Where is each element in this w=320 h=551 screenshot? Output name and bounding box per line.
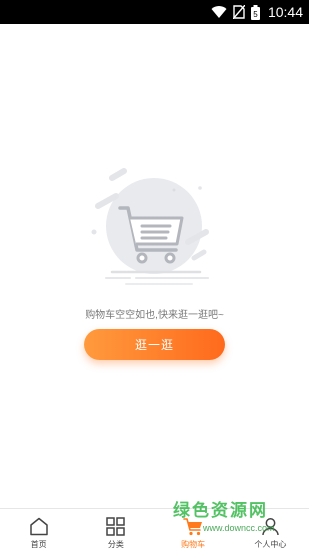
nav-item-home[interactable]: 首页 [0,509,77,551]
battery-level: 5 [253,10,258,19]
empty-cart-message: 购物车空空如也,快来逛一逛吧~ [85,310,224,321]
cart-icon [183,517,203,536]
nav-item-category[interactable]: 分类 [77,509,154,551]
empty-cart-illustration [90,168,220,298]
go-shopping-button[interactable]: 逛一逛 [84,329,225,360]
grid-icon [106,517,126,536]
bottom-nav: 首页 分类 购物车 个人中心 [0,508,309,551]
home-icon [29,517,49,536]
wifi-icon [211,5,227,19]
nav-label-home: 首页 [30,540,47,549]
nav-label-category: 分类 [107,540,124,549]
nav-label-profile: 个人中心 [254,540,287,549]
no-sim-icon [232,5,245,19]
user-icon [261,517,280,536]
status-time: 10:44 [267,4,303,20]
status-icons: 5 10:44 [211,0,303,24]
battery-icon: 5 [250,4,260,20]
nav-item-profile[interactable]: 个人中心 [232,509,309,551]
nav-item-cart[interactable]: 购物车 [155,509,232,551]
nav-label-cart: 购物车 [181,540,206,549]
status-bar: 5 10:44 [0,0,309,24]
